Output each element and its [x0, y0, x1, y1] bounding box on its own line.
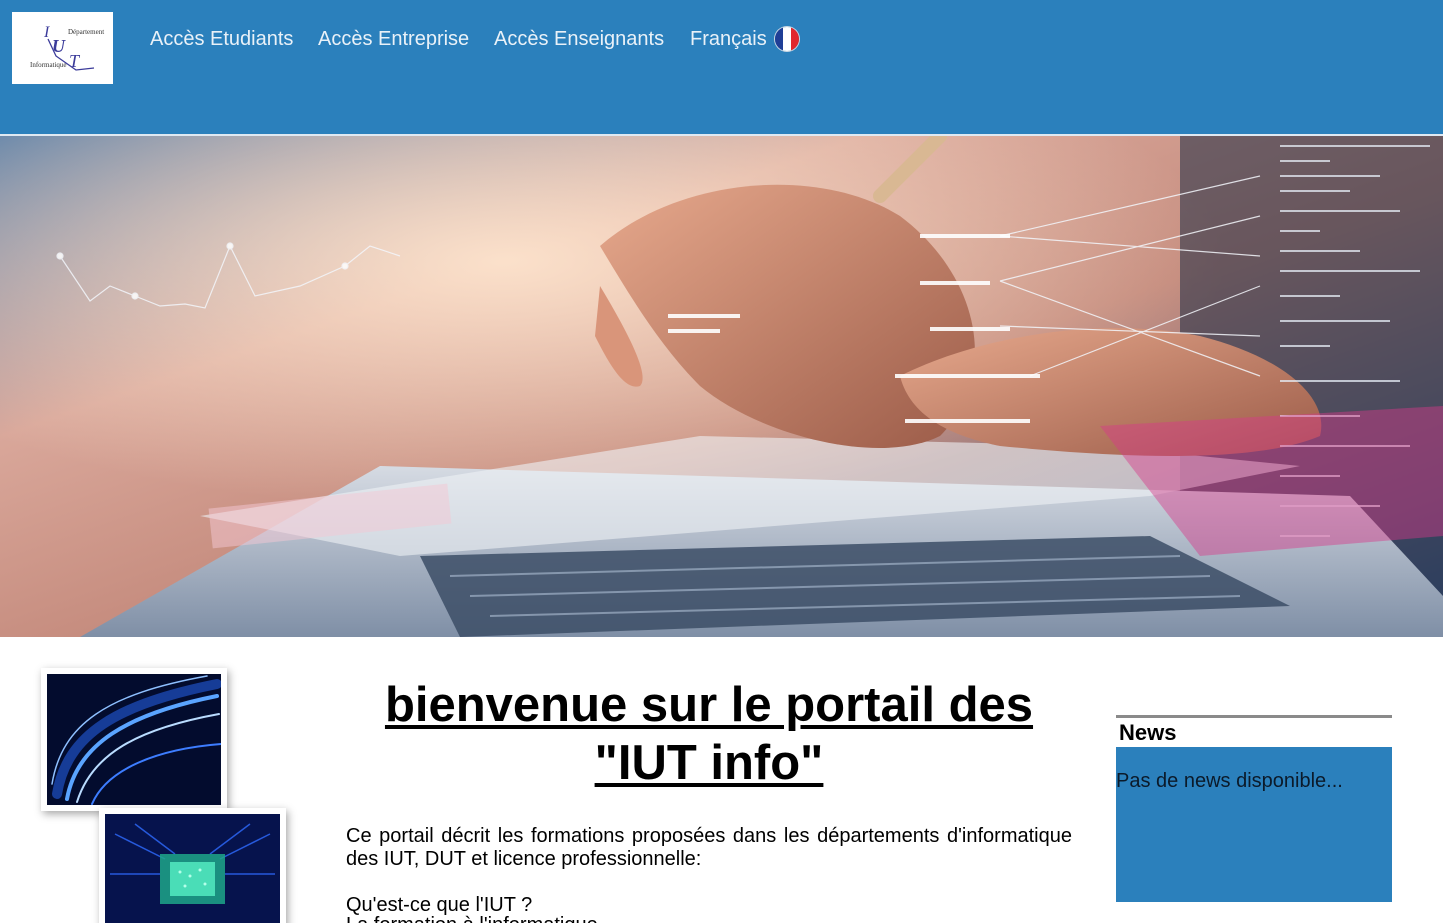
- header-bar: I U T Département Informatique Accès Etu…: [0, 0, 1443, 134]
- nav-company-access[interactable]: Accès Entreprise: [318, 28, 469, 51]
- nav-student-access[interactable]: Accès Etudiants: [150, 28, 293, 51]
- svg-text:T: T: [69, 51, 81, 71]
- language-label: Français: [690, 27, 767, 50]
- news-empty-message: Pas de news disponible...: [1116, 770, 1343, 792]
- news-divider: [1116, 715, 1392, 718]
- language-selector[interactable]: Français: [690, 27, 799, 51]
- svg-text:Informatique: Informatique: [30, 61, 67, 69]
- fiber-optic-image: [41, 668, 227, 811]
- page-title: bienvenue sur le portail des "IUT info": [346, 676, 1072, 792]
- circuit-board-chip-icon: [105, 814, 280, 923]
- hero-banner: [0, 136, 1443, 637]
- circuit-board-image: [99, 808, 286, 923]
- hands-laptop-data-illustration: [0, 136, 1443, 637]
- link-computing-training[interactable]: La formation à l'informatique: [346, 914, 598, 923]
- iut-logo[interactable]: I U T Département Informatique: [12, 12, 113, 84]
- page-title-line1: bienvenue sur le portail des: [384, 678, 1034, 732]
- news-heading: News: [1119, 720, 1177, 745]
- nav-teacher-access[interactable]: Accès Enseignants: [494, 28, 664, 51]
- page-title-line2: "IUT info": [594, 736, 824, 790]
- fiber-optic-light-icon: [47, 674, 221, 805]
- svg-text:Département: Département: [68, 28, 104, 36]
- france-flag-icon: [774, 27, 799, 51]
- svg-text:I: I: [43, 24, 50, 41]
- iut-logo-icon: I U T Département Informatique: [30, 24, 104, 71]
- intro-paragraph: Ce portail décrit les formations proposé…: [346, 825, 1072, 870]
